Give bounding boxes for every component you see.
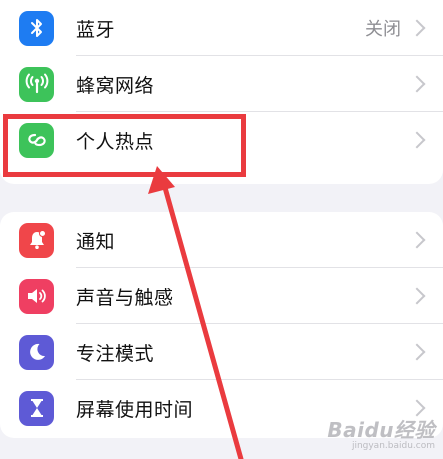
general-settings-group: 通知 声音与触感 专注模式 屏幕使用时间 bbox=[0, 212, 443, 438]
chevron-right-icon bbox=[408, 399, 426, 417]
watermark-site: jingyan.baidu.com bbox=[351, 441, 435, 451]
chevron-right-icon bbox=[408, 231, 426, 249]
moon-icon bbox=[19, 334, 54, 370]
cellular-label: 蜂窝网络 bbox=[76, 74, 155, 97]
notification-bell-icon bbox=[19, 222, 54, 258]
settings-row-notifications[interactable]: 通知 bbox=[0, 212, 443, 268]
bluetooth-label: 蓝牙 bbox=[76, 18, 116, 41]
settings-row-cellular[interactable]: 蜂窝网络 bbox=[0, 56, 443, 112]
bluetooth-icon bbox=[19, 10, 54, 46]
settings-row-screen-time[interactable]: 屏幕使用时间 bbox=[0, 380, 443, 436]
personal-hotspot-label: 个人热点 bbox=[76, 130, 155, 153]
settings-row-sounds-haptics[interactable]: 声音与触感 bbox=[0, 268, 443, 324]
bluetooth-status-value: 关闭 bbox=[365, 19, 401, 40]
speaker-icon bbox=[19, 278, 54, 314]
hourglass-icon bbox=[19, 390, 54, 426]
settings-row-personal-hotspot[interactable]: 个人热点 bbox=[0, 112, 443, 168]
chevron-right-icon bbox=[408, 75, 426, 93]
screen-time-label: 屏幕使用时间 bbox=[76, 398, 194, 421]
connectivity-settings-group: 蓝牙 关闭 蜂窝网络 个人热点 bbox=[0, 0, 443, 184]
chevron-right-icon bbox=[408, 131, 426, 149]
chevron-right-icon bbox=[408, 287, 426, 305]
sounds-haptics-label: 声音与触感 bbox=[76, 286, 174, 309]
settings-row-bluetooth[interactable]: 蓝牙 关闭 bbox=[0, 0, 443, 56]
settings-row-focus[interactable]: 专注模式 bbox=[0, 324, 443, 380]
notifications-label: 通知 bbox=[76, 230, 116, 253]
personal-hotspot-icon bbox=[19, 122, 54, 158]
chevron-right-icon bbox=[408, 19, 426, 37]
cellular-antenna-icon bbox=[19, 66, 54, 102]
chevron-right-icon bbox=[408, 343, 426, 361]
focus-label: 专注模式 bbox=[76, 342, 155, 365]
